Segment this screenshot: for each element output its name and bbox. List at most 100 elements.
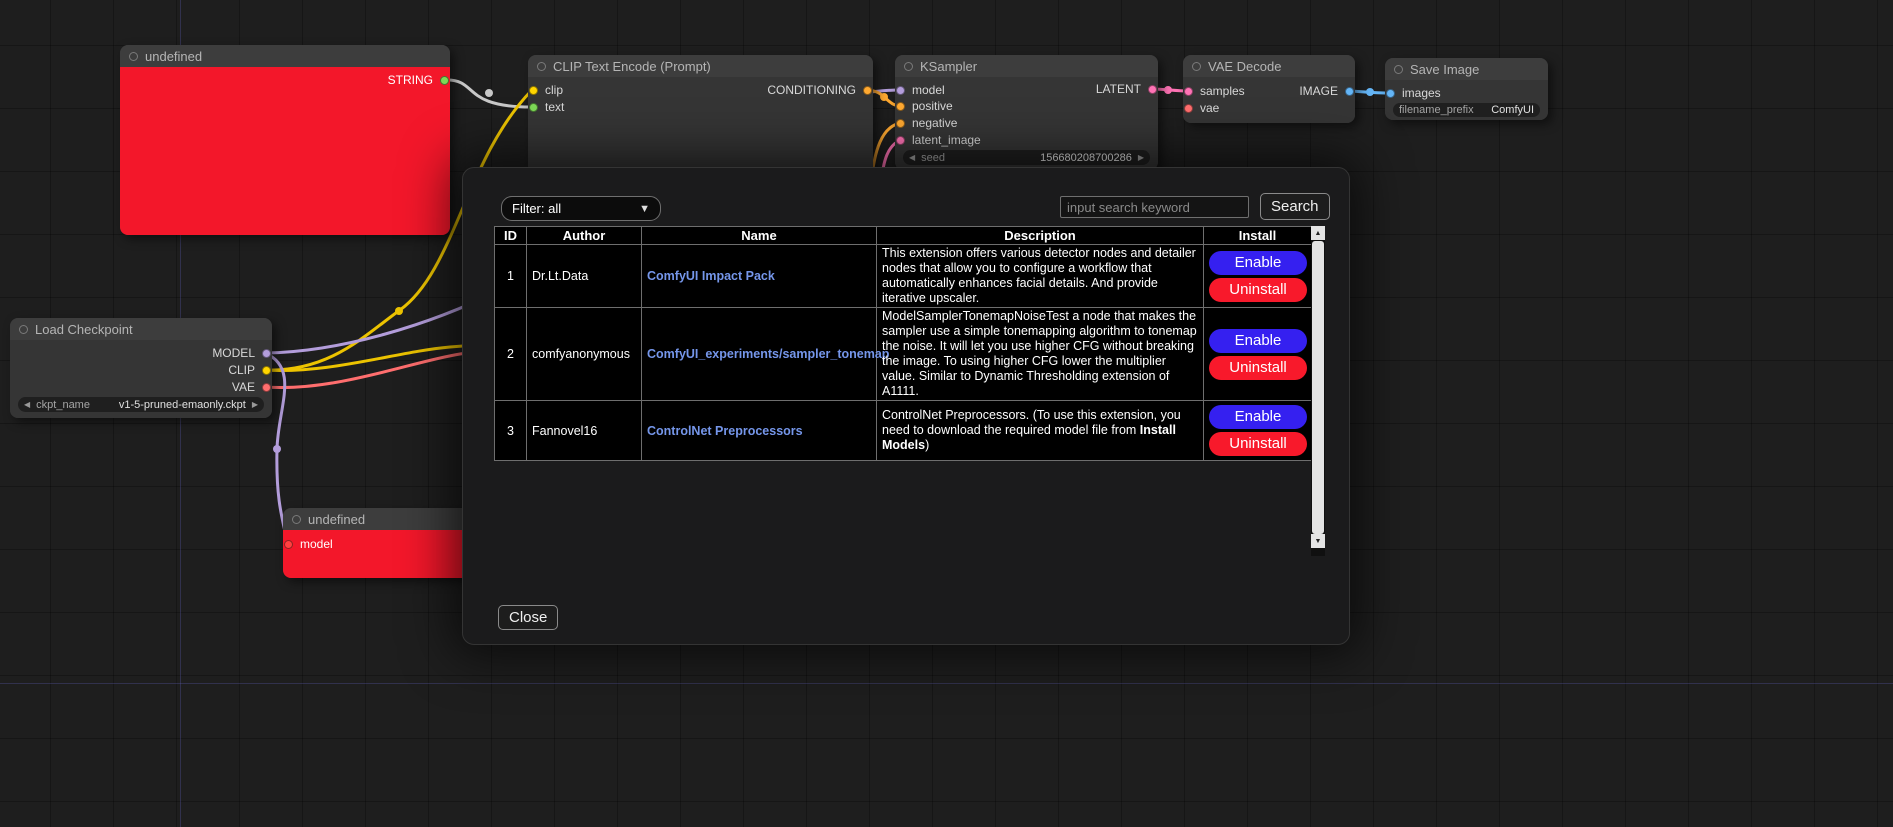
slot-dot[interactable] (896, 86, 905, 95)
filename-prefix-widget[interactable]: filename_prefix ComfyUI (1393, 103, 1540, 117)
input-slot-model[interactable]: model (284, 537, 333, 551)
output-slot-string[interactable]: STRING (388, 73, 449, 87)
slot-label: MODEL (212, 346, 255, 360)
node-title-bar[interactable]: VAE Decode (1183, 55, 1355, 77)
wire-dot (485, 89, 493, 97)
slot-dot[interactable] (262, 349, 271, 358)
slot-label: vae (1200, 101, 1219, 115)
slot-dot[interactable] (262, 366, 271, 375)
node-title-bar[interactable]: Save Image (1385, 58, 1548, 80)
node-undefined-string[interactable]: undefined STRING (120, 45, 450, 235)
table-scrollbar[interactable]: ▲ ▼ (1311, 226, 1325, 556)
slot-dot[interactable] (1386, 89, 1395, 98)
slot-dot[interactable] (262, 383, 271, 392)
input-slot-latent-image[interactable]: latent_image (896, 133, 981, 147)
node-title-bar[interactable]: undefined (283, 508, 483, 530)
node-title-bar[interactable]: Load Checkpoint (10, 318, 272, 340)
enable-button[interactable]: Enable (1209, 329, 1307, 353)
input-slot-images[interactable]: images (1386, 86, 1441, 100)
slot-label: positive (912, 99, 953, 113)
input-slot-vae[interactable]: vae (1184, 101, 1219, 115)
node-ksampler[interactable]: KSampler model positive negative latent_… (895, 55, 1158, 170)
node-undefined-model[interactable]: undefined model (283, 508, 483, 578)
slot-dot[interactable] (284, 540, 293, 549)
input-slot-clip[interactable]: clip (529, 83, 563, 97)
slot-dot[interactable] (896, 136, 905, 145)
slot-dot[interactable] (529, 86, 538, 95)
output-slot-latent[interactable]: LATENT (1096, 82, 1157, 96)
graph-canvas[interactable]: undefined STRING CLIP Text Encode (Promp… (0, 0, 1893, 827)
slot-dot[interactable] (896, 102, 905, 111)
slot-dot[interactable] (1148, 85, 1157, 94)
input-slot-model[interactable]: model (896, 83, 945, 97)
output-slot-conditioning[interactable]: CONDITIONING (767, 83, 872, 97)
slot-label: clip (545, 83, 563, 97)
dropdown-caret-icon: ▼ (639, 203, 650, 215)
slot-dot[interactable] (1184, 104, 1193, 113)
wire-dot (1366, 88, 1374, 96)
collapse-dot-icon[interactable] (1394, 65, 1403, 74)
filter-selected-value: Filter: all (512, 201, 561, 216)
custom-nodes-manager-dialog: Filter: all ▼ Search IDAuthorNameDescrip… (462, 167, 1350, 645)
node-title: VAE Decode (1208, 59, 1281, 74)
cell-description: ModelSamplerTonemapNoiseTest a node that… (877, 308, 1204, 401)
input-slot-negative[interactable]: negative (896, 116, 957, 130)
output-slot-clip[interactable]: CLIP (228, 363, 271, 377)
collapse-dot-icon[interactable] (19, 325, 28, 334)
scrollbar-thumb[interactable] (1312, 241, 1324, 534)
uninstall-button[interactable]: Uninstall (1209, 432, 1307, 456)
slot-label: latent_image (912, 133, 981, 147)
extension-name-link[interactable]: ComfyUI Impact Pack (647, 269, 775, 283)
collapse-dot-icon[interactable] (904, 62, 913, 71)
uninstall-button[interactable]: Uninstall (1209, 278, 1307, 302)
next-arrow-icon[interactable]: ▶ (252, 401, 258, 409)
node-title-bar[interactable]: CLIP Text Encode (Prompt) (528, 55, 873, 77)
node-body (120, 67, 450, 235)
collapse-dot-icon[interactable] (1192, 62, 1201, 71)
collapse-dot-icon[interactable] (537, 62, 546, 71)
node-title: CLIP Text Encode (Prompt) (553, 59, 711, 74)
ckpt-name-widget[interactable]: ◀ ckpt_name v1-5-pruned-emaonly.ckpt ▶ (18, 397, 264, 412)
slot-dot[interactable] (896, 119, 905, 128)
decrement-arrow-icon[interactable]: ◀ (909, 154, 915, 162)
output-slot-vae[interactable]: VAE (232, 380, 271, 394)
extension-name-link[interactable]: ControlNet Preprocessors (647, 424, 803, 438)
extension-name-link[interactable]: ComfyUI_experiments/sampler_tonemap (647, 347, 889, 361)
node-vae-decode[interactable]: VAE Decode samples vae IMAGE (1183, 55, 1355, 123)
node-load-checkpoint[interactable]: Load Checkpoint MODEL CLIP VAE ◀ ckpt_na… (10, 318, 272, 418)
enable-button[interactable]: Enable (1209, 405, 1307, 429)
input-slot-samples[interactable]: samples (1184, 84, 1245, 98)
previous-arrow-icon[interactable]: ◀ (24, 401, 30, 409)
input-slot-text[interactable]: text (529, 100, 564, 114)
node-title: Save Image (1410, 62, 1479, 77)
search-button[interactable]: Search (1260, 193, 1330, 220)
seed-widget[interactable]: ◀ seed 156680208700286 ▶ (903, 150, 1150, 165)
slot-dot[interactable] (529, 103, 538, 112)
slot-label: CLIP (228, 363, 255, 377)
slot-label: CONDITIONING (767, 83, 856, 97)
input-slot-positive[interactable]: positive (896, 99, 953, 113)
slot-dot[interactable] (440, 76, 449, 85)
widget-value: ComfyUI (1491, 104, 1534, 116)
wire-dot (395, 307, 403, 315)
collapse-dot-icon[interactable] (292, 515, 301, 524)
slot-dot[interactable] (1345, 87, 1354, 96)
uninstall-button[interactable]: Uninstall (1209, 356, 1307, 380)
node-title-bar[interactable]: KSampler (895, 55, 1158, 77)
scroll-up-icon[interactable]: ▲ (1311, 226, 1325, 240)
increment-arrow-icon[interactable]: ▶ (1138, 154, 1144, 162)
node-title-bar[interactable]: undefined (120, 45, 450, 67)
enable-button[interactable]: Enable (1209, 251, 1307, 275)
output-slot-image[interactable]: IMAGE (1299, 84, 1354, 98)
slot-dot[interactable] (1184, 87, 1193, 96)
node-save-image[interactable]: Save Image images filename_prefix ComfyU… (1385, 58, 1548, 120)
output-slot-model[interactable]: MODEL (212, 346, 271, 360)
slot-label: samples (1200, 84, 1245, 98)
filter-dropdown[interactable]: Filter: all ▼ (501, 196, 661, 221)
slot-label: STRING (388, 73, 433, 87)
close-button[interactable]: Close (498, 605, 558, 630)
scroll-down-icon[interactable]: ▼ (1311, 534, 1325, 548)
slot-dot[interactable] (863, 86, 872, 95)
search-input[interactable] (1060, 196, 1249, 218)
collapse-dot-icon[interactable] (129, 52, 138, 61)
